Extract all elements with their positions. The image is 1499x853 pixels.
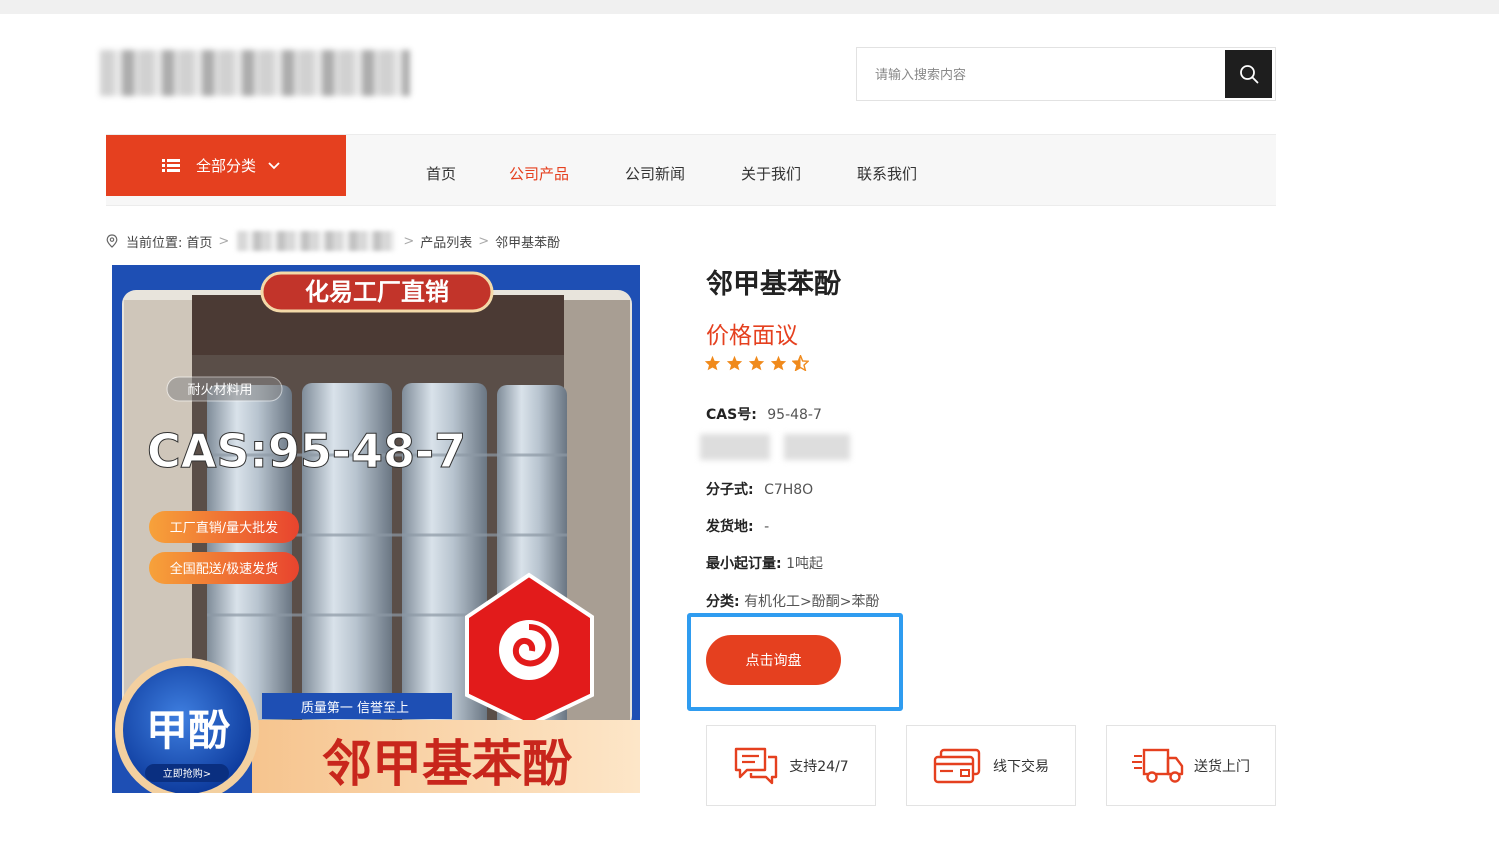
spec-moq-value: 1吨起 <box>786 556 823 572</box>
spec-origin-label: 发货地: <box>706 519 754 535</box>
image-badge-sub: 立即抢购> <box>163 767 211 780</box>
breadcrumb-prefix: 当前位置: <box>126 235 183 251</box>
spec-moq-label: 最小起订量: <box>706 556 782 572</box>
breadcrumb-current: 邻甲基苯酚 <box>495 235 561 251</box>
inquiry-button[interactable]: 点击询盘 <box>706 635 841 685</box>
rating-stars <box>704 355 809 371</box>
image-pill-1: 工厂直销/量大批发 <box>170 520 278 536</box>
nav-news[interactable]: 公司新闻 <box>625 163 685 184</box>
spec-category: 分类: 有机化工>酚酮>苯酚 <box>706 591 880 611</box>
spec-category-label: 分类: <box>706 594 740 610</box>
search-input[interactable] <box>875 62 1215 88</box>
service-offline-trade[interactable]: 线下交易 <box>906 725 1076 806</box>
breadcrumb-product-list[interactable]: 产品列表 <box>420 232 472 251</box>
search-bar <box>856 47 1276 101</box>
spec-origin: 发货地: - <box>706 516 769 536</box>
service-support[interactable]: 支持24/7 <box>706 725 876 806</box>
spec-cas-value: 95-48-7 <box>767 407 822 423</box>
breadcrumb-company[interactable] <box>237 231 396 251</box>
spec-formula: 分子式: C7H8O <box>706 479 813 499</box>
image-quality-text: 质量第一 信誉至上 <box>301 701 409 716</box>
spec-formula-value: C7H8O <box>764 482 814 498</box>
star-icon <box>748 355 765 371</box>
card-icon <box>933 748 981 783</box>
chat-icon <box>735 747 778 784</box>
spec-cas-label: CAS号: <box>706 407 757 423</box>
search-button[interactable] <box>1225 50 1272 98</box>
nav-products[interactable]: 公司产品 <box>509 163 569 184</box>
image-badge-text: 甲酚 <box>146 706 231 755</box>
spec-origin-value: - <box>764 519 770 535</box>
spec-cas: CAS号: 95-48-7 <box>706 404 822 424</box>
site-logo[interactable] <box>100 50 410 96</box>
star-icon <box>726 355 743 371</box>
breadcrumb-separator: > <box>478 233 490 249</box>
product-image[interactable]: 化易工厂直销 耐火材料用 CAS:95-48-7 工厂直销/量大批发 全国配送/… <box>112 265 640 793</box>
image-pill-2: 全国配送/极速发货 <box>170 561 278 577</box>
image-tag-text: 耐火材料用 <box>187 383 252 398</box>
search-icon <box>1239 65 1258 84</box>
spec-redacted <box>700 434 860 460</box>
service-delivery-label: 送货上门 <box>1194 758 1250 775</box>
service-offline-label: 线下交易 <box>993 758 1049 775</box>
product-price: 价格面议 <box>706 323 798 349</box>
half-star-icon <box>792 355 809 371</box>
service-delivery[interactable]: 送货上门 <box>1106 725 1276 806</box>
top-strip <box>0 0 1499 14</box>
image-cas-text: CAS:95-48-7 <box>147 424 466 478</box>
breadcrumb: 当前位置: 首页 > > 产品列表 > 邻甲基苯酚 <box>106 231 561 251</box>
breadcrumb-home[interactable]: 首页 <box>186 232 212 251</box>
main-nav: 全部分类 首页 公司产品 公司新闻 关于我们 联系我们 <box>106 134 1276 206</box>
star-icon <box>770 355 787 371</box>
all-categories-button[interactable]: 全部分类 <box>106 135 346 196</box>
product-title: 邻甲基苯酚 <box>706 269 841 300</box>
image-product-name: 邻甲基苯酚 <box>322 735 573 793</box>
service-support-label: 支持24/7 <box>789 758 849 775</box>
chevron-down-icon <box>268 161 280 169</box>
star-icon <box>704 355 721 371</box>
spec-moq: 最小起订量: 1吨起 <box>706 553 823 573</box>
location-pin-icon <box>106 234 118 248</box>
list-icon <box>162 159 180 172</box>
nav-contact[interactable]: 联系我们 <box>857 163 917 184</box>
spec-category-value[interactable]: 有机化工>酚酮>苯酚 <box>744 594 879 610</box>
all-categories-label: 全部分类 <box>196 157 257 175</box>
image-banner-text: 化易工厂直销 <box>305 278 449 306</box>
nav-home[interactable]: 首页 <box>426 163 456 184</box>
nav-about[interactable]: 关于我们 <box>741 163 801 184</box>
spec-formula-label: 分子式: <box>706 482 754 498</box>
breadcrumb-separator: > <box>218 233 230 249</box>
breadcrumb-separator: > <box>403 233 415 249</box>
truck-icon <box>1132 748 1184 783</box>
